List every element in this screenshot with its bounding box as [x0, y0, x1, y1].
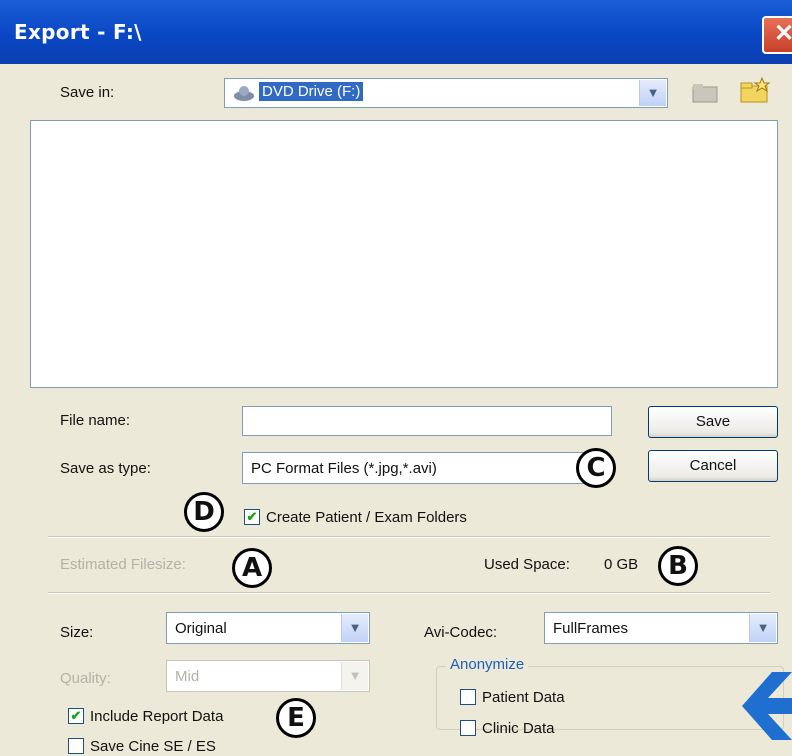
estimated-filesize-label: Estimated Filesize:: [60, 556, 186, 573]
patient-data-label: Patient Data: [482, 689, 565, 706]
close-icon: ✕: [773, 20, 792, 47]
callout-c: C: [576, 448, 616, 488]
used-space-value: 0 GB: [604, 556, 639, 573]
callout-b: B: [658, 546, 698, 586]
clinic-data-checkbox[interactable]: [460, 720, 476, 736]
callout-e: E: [276, 698, 316, 738]
size-value: Original: [175, 620, 227, 637]
quality-select[interactable]: Mid ▼: [166, 660, 370, 692]
callout-d: D: [184, 492, 224, 532]
create-folders-checkbox[interactable]: ✔: [244, 509, 260, 525]
callout-a: A: [232, 548, 272, 588]
chevron-down-icon[interactable]: ▼: [639, 80, 666, 106]
close-button[interactable]: ✕: [762, 16, 792, 54]
save-in-value: DVD Drive (F:): [259, 82, 364, 101]
chevron-down-icon[interactable]: ▼: [341, 614, 368, 642]
cancel-button[interactable]: Cancel: [648, 450, 778, 482]
used-space-label: Used Space:: [484, 556, 570, 573]
anonymize-title: Anonymize: [446, 656, 529, 673]
save-as-type-combo[interactable]: PC Format Files (*.jpg,*.avi): [242, 452, 598, 484]
size-select[interactable]: Original ▼: [166, 612, 370, 644]
save-as-type-label: Save as type:: [60, 460, 151, 477]
file-name-label: File name:: [60, 412, 131, 429]
arrow-left-icon: [738, 664, 792, 748]
save-in-label: Save in:: [60, 84, 115, 101]
window-title: Export - F:\: [14, 20, 142, 44]
save-in-combo[interactable]: DVD Drive (F:) ▼: [224, 78, 668, 108]
folder-up-icon[interactable]: [690, 80, 720, 106]
avi-codec-value: FullFrames: [553, 620, 629, 637]
clinic-data-label: Clinic Data: [482, 720, 555, 737]
include-report-label: Include Report Data: [90, 708, 224, 725]
new-folder-icon[interactable]: [738, 76, 772, 106]
file-list[interactable]: [30, 120, 778, 388]
create-folders-label: Create Patient / Exam Folders: [266, 509, 467, 526]
avi-codec-select[interactable]: FullFrames ▼: [544, 612, 778, 644]
chevron-down-icon[interactable]: ▼: [749, 614, 776, 642]
patient-data-checkbox[interactable]: [460, 689, 476, 705]
save-cine-label: Save Cine SE / ES: [90, 738, 216, 755]
include-report-checkbox[interactable]: ✔: [68, 708, 84, 724]
separator: [48, 592, 770, 594]
quality-value: Mid: [175, 668, 200, 685]
separator: [48, 536, 770, 538]
chevron-down-icon[interactable]: ▼: [341, 662, 368, 690]
avi-codec-label: Avi-Codec:: [424, 624, 498, 641]
size-label: Size:: [60, 624, 94, 641]
save-as-type-value: PC Format Files (*.jpg,*.avi): [251, 460, 437, 477]
dvd-drive-icon: [233, 84, 255, 106]
quality-label: Quality:: [60, 670, 111, 687]
file-name-input[interactable]: [242, 406, 612, 436]
save-cine-checkbox[interactable]: [68, 738, 84, 754]
save-button[interactable]: Save: [648, 406, 778, 438]
